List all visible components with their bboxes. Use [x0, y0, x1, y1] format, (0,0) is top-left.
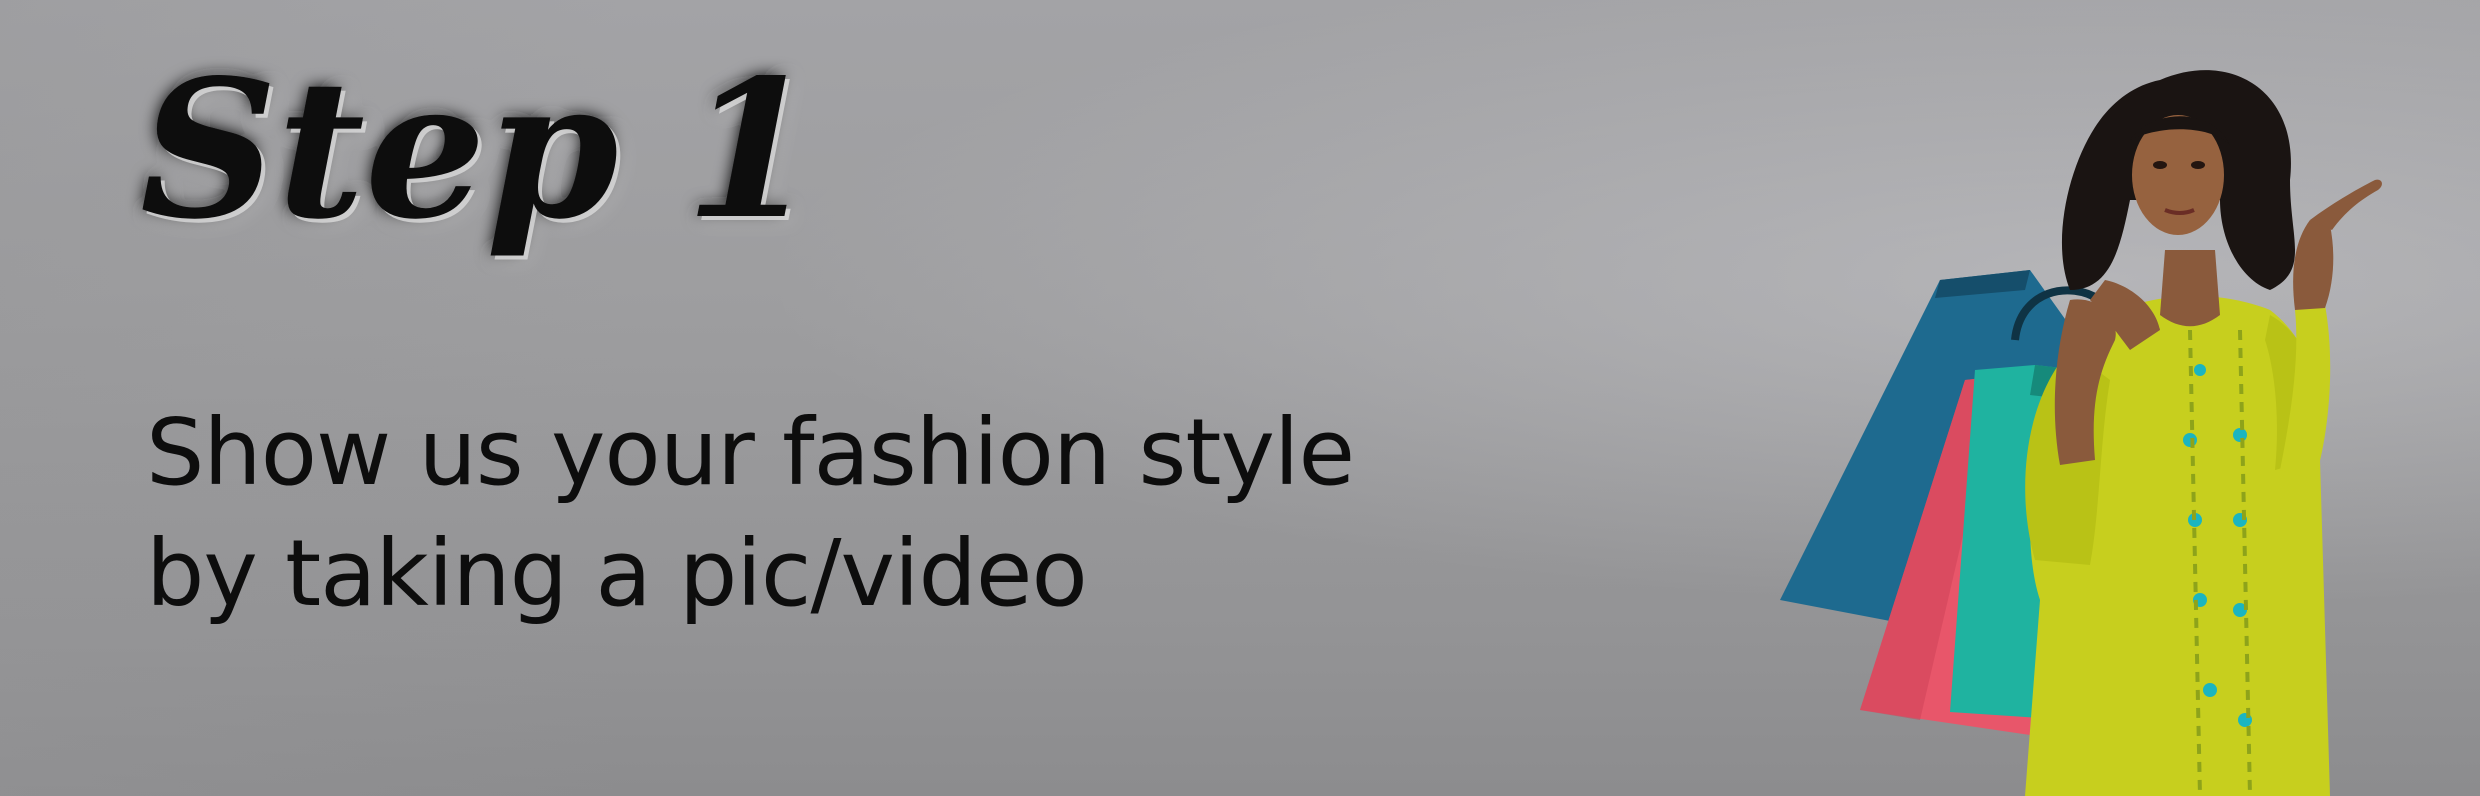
model-photo — [1770, 40, 2470, 796]
step-title-graphic: Step 1 Step 1 — [140, 38, 821, 265]
tagline-line-1: Show us your fashion style — [146, 399, 1355, 506]
tagline-line-2: by taking a pic/video — [146, 520, 1088, 627]
step-title: Step 1 Step 1 — [140, 38, 821, 300]
step-title-text: Step 1 — [140, 38, 817, 261]
model-photo-illustration — [1780, 70, 2382, 796]
model-figure-illustration — [2025, 70, 2382, 796]
tagline: Show us your fashion style by taking a p… — [146, 392, 1355, 634]
promo-banner: Step 1 Step 1 Show us your fashion style… — [0, 0, 2480, 796]
